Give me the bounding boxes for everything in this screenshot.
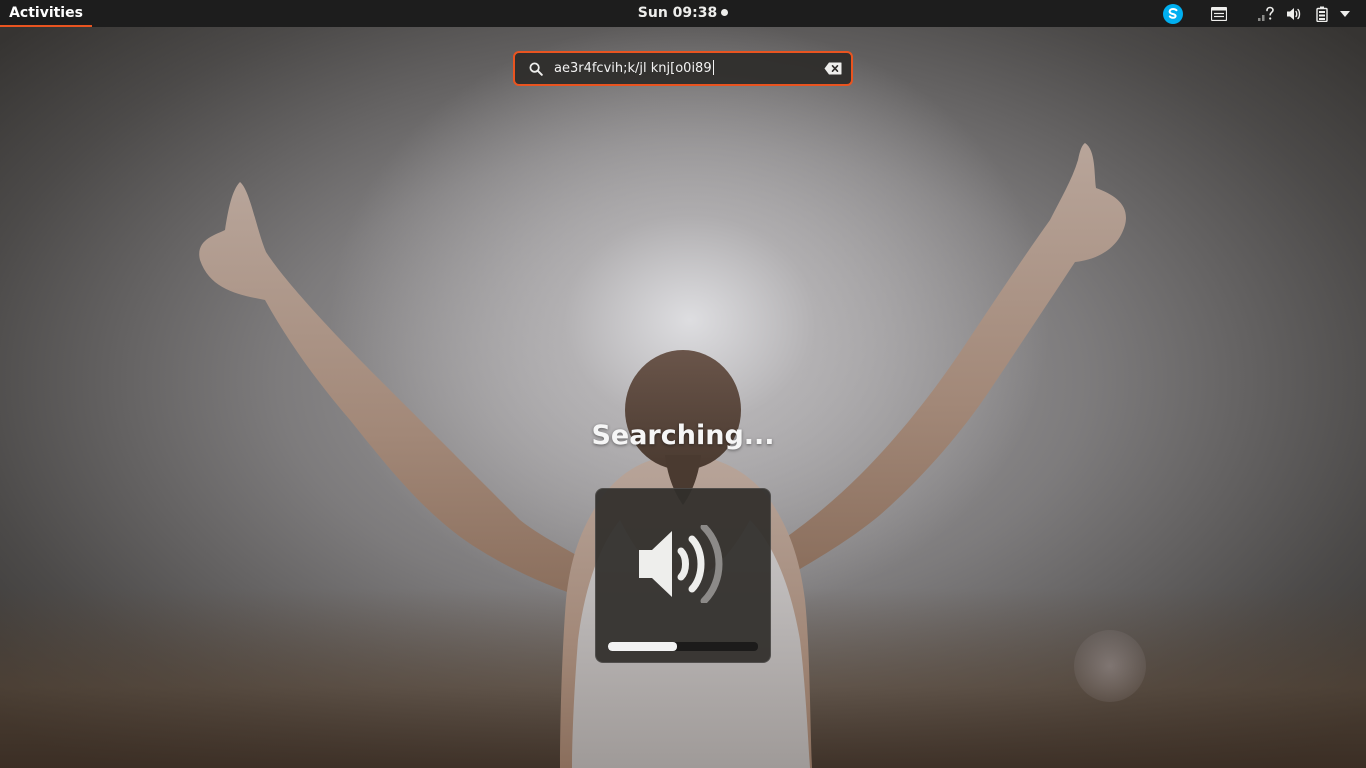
notes-icon [1211, 6, 1227, 21]
skype-tray-button[interactable] [1160, 0, 1186, 27]
speaker-volume-icon [639, 525, 723, 603]
search-entry[interactable]: ae3r4fcvih;k/jl knj[o0i89 [513, 51, 853, 86]
network-unknown-icon [1258, 6, 1274, 21]
text-caret [712, 60, 714, 75]
battery-icon [1316, 6, 1328, 22]
search-icon [529, 62, 543, 76]
skype-icon [1163, 3, 1183, 24]
activities-button[interactable]: Activities [0, 0, 92, 27]
network-tray-button[interactable] [1255, 0, 1277, 27]
clock-text: Sun 09:38 [637, 5, 718, 21]
clock-button[interactable]: Sun 09:38 [637, 5, 729, 21]
search-input-value: ae3r4fcvih;k/jl knj[o0i89 [554, 61, 712, 76]
system-menu-button[interactable] [1336, 0, 1354, 27]
volume-osd [595, 488, 771, 663]
top-bar: Activities Sun 09:38 [0, 0, 1366, 27]
notes-tray-button[interactable] [1208, 0, 1230, 27]
volume-tray-button[interactable] [1283, 0, 1305, 27]
clear-text-icon[interactable] [824, 62, 842, 75]
battery-tray-button[interactable] [1312, 0, 1332, 27]
volume-level-bar [608, 642, 758, 651]
system-menu-arrow-icon [1340, 10, 1350, 17]
notification-dot-icon [721, 9, 729, 16]
search-input[interactable]: ae3r4fcvih;k/jl knj[o0i89 [554, 53, 714, 84]
volume-icon [1287, 7, 1301, 20]
volume-level-fill [608, 642, 677, 651]
searching-status-text: Searching... [591, 420, 775, 451]
